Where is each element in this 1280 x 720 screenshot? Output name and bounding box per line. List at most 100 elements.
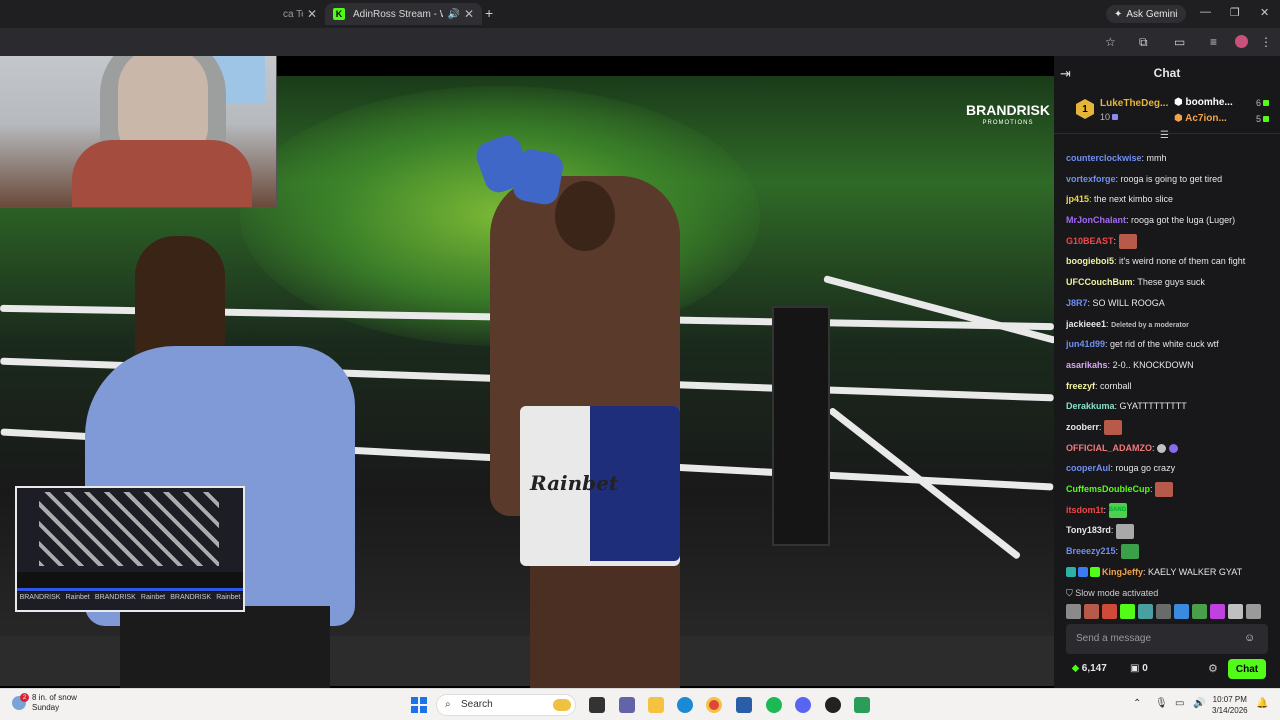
chat-message: Derakkuma: GYATTTTTTTTT xyxy=(1066,396,1280,417)
emote-icon[interactable] xyxy=(1066,603,1081,619)
emote-icon[interactable] xyxy=(1156,603,1171,619)
emote-icon[interactable] xyxy=(1228,603,1243,619)
volume-icon[interactable]: 🔊 xyxy=(1193,698,1205,709)
app-icon[interactable] xyxy=(854,697,870,713)
emote-icon[interactable] xyxy=(1120,603,1135,619)
maximize-button[interactable]: ❐ xyxy=(1230,6,1240,19)
close-tab-icon[interactable]: ✕ xyxy=(307,7,317,21)
store-icon[interactable] xyxy=(736,697,752,713)
chat-username[interactable]: OFFICIAL_ADAMZO xyxy=(1066,443,1152,453)
ask-gemini-button[interactable]: ✦ Ask Gemini xyxy=(1106,5,1186,23)
pip-logo: BRANDRISK xyxy=(170,594,212,601)
chat-text: These guys suck xyxy=(1137,277,1205,288)
weather-widget[interactable]: 2 8 in. of snow Sunday xyxy=(12,693,77,713)
chat-message: cooperAul: rouga go crazy xyxy=(1066,458,1280,479)
chrome-icon[interactable] xyxy=(706,697,722,713)
leaderboard-name[interactable]: ⬢ boomhe... xyxy=(1174,97,1233,108)
leaderboard-toggle-icon[interactable]: ☰ xyxy=(1160,130,1169,141)
extensions-icon[interactable]: ⧉ xyxy=(1139,35,1148,50)
slow-mode-text: Slow mode activated xyxy=(1075,588,1159,598)
teams-icon[interactable] xyxy=(619,697,635,713)
speaker-icon[interactable]: 🔊 xyxy=(447,9,459,20)
chat-message: asarikahs: 2-0.. KNOCKDOWN xyxy=(1066,355,1280,376)
leaderboard-name-text: boomhe... xyxy=(1185,97,1233,108)
chat-username[interactable]: itsdom1t xyxy=(1066,505,1104,515)
cast-icon[interactable]: ▭ xyxy=(1174,35,1185,49)
emote-icon[interactable] xyxy=(1174,603,1189,619)
chat-username[interactable]: MrJonChalant xyxy=(1066,215,1126,225)
notifications-bell-icon[interactable]: 🔔 xyxy=(1256,698,1268,709)
chat-username[interactable]: Breeezy215 xyxy=(1066,546,1116,556)
close-tab-icon[interactable]: ✕ xyxy=(464,7,474,21)
chat-username[interactable]: jun41d99 xyxy=(1066,339,1105,349)
new-tab-button[interactable]: + xyxy=(485,5,493,21)
emote-icon[interactable] xyxy=(1102,603,1117,619)
bookmark-star-icon[interactable]: ☆ xyxy=(1105,35,1116,49)
start-button[interactable] xyxy=(411,697,427,713)
chat-username[interactable]: vortexforge xyxy=(1066,174,1116,184)
chat-username[interactable]: J8R7 xyxy=(1066,298,1088,308)
message-input[interactable]: Send a message xyxy=(1066,624,1268,654)
search-highlight-icon xyxy=(553,699,571,711)
chat-username[interactable]: cooperAul xyxy=(1066,463,1111,473)
chat-username[interactable]: Tony183rd xyxy=(1066,525,1111,535)
taskbar-search[interactable]: ⌕ Search xyxy=(436,694,576,716)
video-player[interactable]: Rainbet BRANDRISK PROMOTIONS BRANDRISK R… xyxy=(0,56,1054,688)
media-control-icon[interactable]: ≡ xyxy=(1210,35,1217,49)
minimize-button[interactable]: — xyxy=(1200,6,1211,18)
chat-username[interactable]: jackieee1 xyxy=(1066,319,1106,329)
file-explorer-icon[interactable] xyxy=(648,697,664,713)
emote-icon[interactable] xyxy=(1246,603,1261,619)
tab-active[interactable]: K AdinRoss Stream - Watch L 🔊 ✕ xyxy=(325,3,482,25)
chat-username[interactable]: UFCCouchBum xyxy=(1066,277,1133,287)
trunks-sponsor-text: Rainbet xyxy=(530,471,619,495)
emote-icon[interactable] xyxy=(1192,603,1207,619)
emote-icon[interactable] xyxy=(1210,603,1225,619)
chat-username[interactable]: Derakkuma xyxy=(1066,401,1115,411)
weather-line2: Sunday xyxy=(32,703,60,712)
chat-username[interactable]: boogieboi5 xyxy=(1066,256,1114,266)
chat-message: zooberr: xyxy=(1066,417,1280,438)
chat-message: boogieboi5: it's weird none of them can … xyxy=(1066,251,1280,272)
tray-overflow-icon[interactable]: ⌃ xyxy=(1133,698,1141,709)
chat-text: rooga is going to get tired xyxy=(1120,173,1223,184)
close-window-button[interactable]: ✕ xyxy=(1260,6,1269,19)
channel-points[interactable]: ⬥ 6,147 xyxy=(1072,663,1107,674)
chat-username[interactable]: jp415 xyxy=(1066,194,1089,204)
menu-kebab-icon[interactable]: ⋮ xyxy=(1260,35,1272,49)
gift-counter[interactable]: ▣ 0 xyxy=(1130,663,1148,674)
chat-username[interactable]: freezyf xyxy=(1066,381,1095,391)
tab-inactive[interactable]: ca Tea ✕ xyxy=(275,3,325,25)
emote-icon[interactable] xyxy=(1084,603,1099,619)
emoji-picker-icon[interactable]: ☺ xyxy=(1244,632,1255,644)
chat-username[interactable]: counterclockwise xyxy=(1066,153,1142,163)
fighter-head xyxy=(555,181,615,251)
emote-icon xyxy=(1118,233,1137,249)
leaderboard-count: 6 xyxy=(1256,98,1270,108)
chat-username[interactable]: KingJeffy xyxy=(1102,567,1143,577)
chat-message: UFCCouchBum: These guys suck xyxy=(1066,272,1280,293)
leaderboard-name[interactable]: ⬢ Ac7ion... xyxy=(1174,113,1227,124)
chat-text: it's weird none of them can fight xyxy=(1119,256,1246,267)
obs-icon[interactable] xyxy=(825,697,841,713)
discord-icon[interactable] xyxy=(795,697,811,713)
emote-icon[interactable] xyxy=(1138,603,1153,619)
corner-pad xyxy=(772,306,830,546)
task-view-icon[interactable] xyxy=(589,697,605,713)
chat-username[interactable]: CuffemsDoubleCup xyxy=(1066,484,1150,494)
chat-username[interactable]: G10BEAST xyxy=(1066,236,1114,246)
chat-message: itsdom1t: BANG xyxy=(1066,500,1280,521)
leaderboard-name[interactable]: LukeTheDeg... xyxy=(1100,98,1168,109)
chat-username[interactable]: zooberr xyxy=(1066,422,1099,432)
edge-icon[interactable] xyxy=(677,697,693,713)
pip-logo: Rainbet xyxy=(65,594,90,601)
user-badge-icon xyxy=(1078,567,1088,578)
spotify-icon[interactable] xyxy=(766,697,782,713)
chat-username[interactable]: asarikahs xyxy=(1066,360,1108,370)
profile-avatar[interactable] xyxy=(1235,35,1248,48)
microphone-icon[interactable]: 🎙 xyxy=(1155,698,1168,709)
send-chat-button[interactable]: Chat xyxy=(1228,659,1266,679)
system-clock[interactable]: 10:07 PM 3/14/2026 xyxy=(1212,694,1248,716)
chat-settings-icon[interactable]: ⚙ xyxy=(1208,662,1218,675)
network-icon[interactable]: ▭ xyxy=(1175,698,1184,709)
